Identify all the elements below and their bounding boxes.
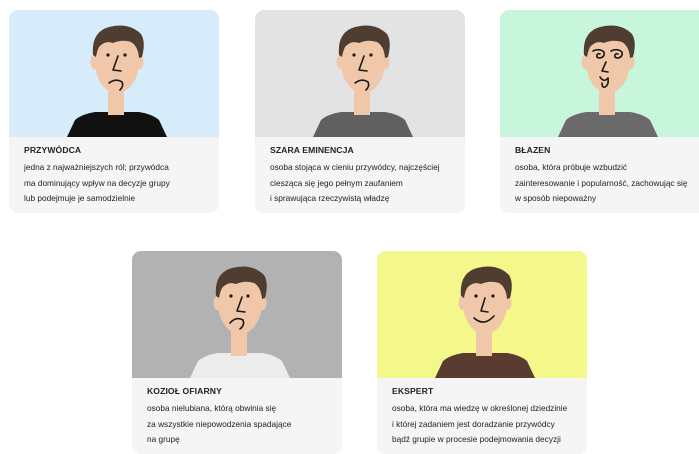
role-title: PRZYWÓDCA: [24, 145, 82, 155]
ear-left: [336, 55, 344, 69]
shirt: [435, 353, 535, 378]
eye-right: [246, 294, 250, 298]
role-description-line: bądź grupie w procesie podejmowania decy…: [392, 434, 561, 444]
eye-left: [474, 294, 478, 298]
eye-left: [229, 294, 233, 298]
role-title: KOZIOŁ OFIARNY: [147, 386, 222, 396]
eye-right: [369, 53, 373, 57]
shirt: [190, 353, 290, 378]
role-card-ekspert: EKSPERT osoba, która ma wiedzę w określo…: [377, 251, 587, 454]
role-description-line: osoba, która ma wiedzę w określonej dzie…: [392, 403, 568, 413]
neck: [108, 90, 124, 115]
role-description: osoba, która ma wiedzę w określonej dzie…: [392, 401, 573, 448]
shirt: [558, 112, 658, 137]
role-description: osoba, która próbuje wzbudzić zaintereso…: [515, 160, 696, 207]
portrait-illustration: [500, 10, 699, 137]
role-description: jedna z najważniejszych ról; przywódca m…: [24, 160, 205, 207]
ear-left: [213, 296, 221, 310]
portrait-illustration: [255, 10, 465, 137]
role-description-line: ma dominujący wpływ na decyzje grupy: [24, 177, 170, 188]
role-title: EKSPERT: [392, 386, 434, 396]
role-description-line: na grupę: [147, 434, 180, 444]
role-card-koziol-ofiarny: KOZIOŁ OFIARNY osoba nielubiana, którą o…: [132, 251, 342, 454]
portrait-ekspert: [377, 251, 587, 378]
shirt: [313, 112, 413, 137]
ear-left: [581, 55, 589, 69]
eye-left: [352, 53, 356, 57]
role-description-line: i sprawująca rzeczywistą władzę: [270, 193, 390, 203]
role-description-line: i której zadaniem jest doradzanie przywó…: [392, 418, 555, 429]
portrait-blazen: [500, 10, 699, 137]
role-title: BŁAZEN: [515, 145, 551, 155]
ear-left: [90, 55, 98, 69]
eye-right: [491, 294, 495, 298]
role-description-line: zainteresowanie i popularność, zachowują…: [515, 177, 688, 188]
portrait-illustration: [9, 10, 219, 137]
role-description: osoba stojąca w cieniu przywódcy, najczę…: [270, 160, 451, 207]
role-description-line: osoba stojąca w cieniu przywódcy, najczę…: [270, 162, 440, 172]
neck: [599, 90, 615, 115]
neck: [231, 331, 247, 356]
role-card-blazen: BŁAZEN osoba, która próbuje wzbudzić zai…: [500, 10, 699, 213]
role-description-line: osoba nielubiana, którą obwinia się: [147, 403, 277, 413]
portrait-koziol-ofiarny: [132, 251, 342, 378]
role-description-line: w sposób niepoważny: [515, 193, 597, 203]
eye-right: [123, 53, 127, 57]
ear-left: [458, 296, 466, 310]
portrait-illustration: [132, 251, 342, 378]
role-description-line: za wszystkie niepowodzenia spadające: [147, 418, 292, 429]
neck: [354, 90, 370, 115]
role-description-line: ciesząca się jego pełnym zaufaniem: [270, 177, 403, 188]
role-description: osoba nielubiana, którą obwinia się za w…: [147, 401, 328, 448]
portrait-przywodca: [9, 10, 219, 137]
portrait-szara-eminencja: [255, 10, 465, 137]
neck: [476, 331, 492, 356]
role-card-szara-eminencja: SZARA EMINENCJA osoba stojąca w cieniu p…: [255, 10, 465, 213]
role-description-line: osoba, która próbuje wzbudzić: [515, 162, 628, 172]
eye-left: [106, 53, 110, 57]
role-card-przywodca: PRZYWÓDCA jedna z najważniejszych ról; p…: [9, 10, 219, 213]
shirt: [67, 112, 167, 137]
portrait-illustration: [377, 251, 587, 378]
role-title: SZARA EMINENCJA: [270, 145, 354, 155]
role-description-line: jedna z najważniejszych ról; przywódca: [24, 162, 169, 172]
role-description-line: lub podejmuje je samodzielnie: [24, 193, 136, 203]
